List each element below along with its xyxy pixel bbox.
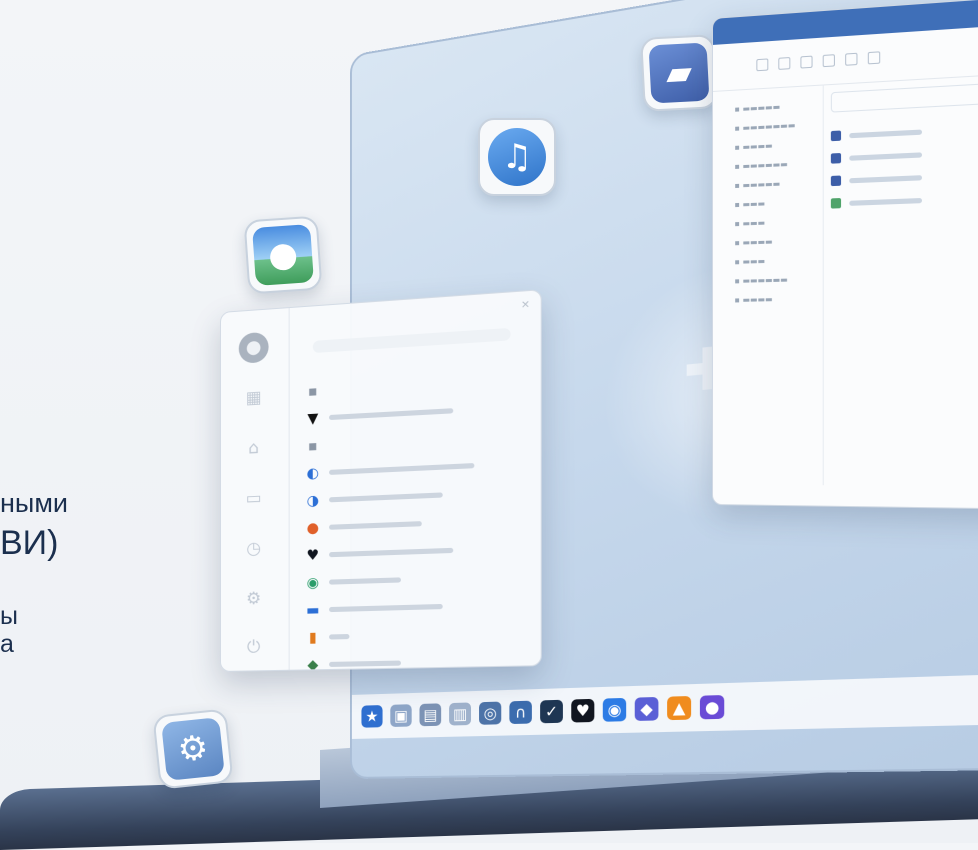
sidebar-item[interactable]: ▪ ▬▬▬▬▬▬ bbox=[713, 269, 823, 291]
app-icon: ◉ bbox=[306, 574, 320, 591]
toolbar-button[interactable] bbox=[778, 57, 791, 70]
recent-icon[interactable]: ◷ bbox=[237, 531, 271, 566]
avatar[interactable]: ● bbox=[238, 331, 269, 364]
desktop-icon[interactable]: ▭ bbox=[237, 481, 271, 517]
promo-text-line-3: ы bbox=[0, 602, 18, 630]
search-input[interactable] bbox=[312, 327, 511, 354]
folder-icon bbox=[830, 130, 842, 142]
star-icon[interactable]: ★ bbox=[361, 705, 383, 728]
browser-icon[interactable]: ◎ bbox=[479, 701, 502, 725]
app-menu-rail: ● ▦ ⌂ ▭ ◷ ⚙ ⏻ bbox=[220, 308, 290, 671]
power-icon[interactable]: ⏻ bbox=[237, 630, 271, 665]
firefox-icon: ● bbox=[306, 519, 320, 537]
vlc-icon[interactable]: ▲ bbox=[667, 695, 692, 721]
path-bar[interactable] bbox=[830, 82, 978, 113]
file-icon bbox=[830, 198, 842, 209]
app-icon: ▼ bbox=[307, 410, 319, 427]
app-list: ▪ ▼ ▪ ◐ ◑ ● ♥ ◉ ▬ ▮ ◆ bbox=[305, 364, 530, 672]
heart-icon: ♥ bbox=[306, 546, 320, 564]
file-manager-window: ▪ ▬▬▬▬▬ ▪ ▬▬▬▬▬▬▬ ▪ ▬▬▬▬ ▪ ▬▬▬▬▬▬ ▪ ▬▬▬▬… bbox=[712, 0, 978, 510]
promo-text-line-1: ными bbox=[0, 488, 68, 518]
settings-icon[interactable]: ⚙ bbox=[237, 581, 271, 616]
close-icon[interactable]: ✕ bbox=[521, 299, 530, 311]
files-icon[interactable]: ▣ bbox=[390, 704, 412, 728]
toolbar-button[interactable] bbox=[800, 55, 813, 69]
toolbar-button[interactable] bbox=[867, 51, 881, 65]
settings-tile[interactable]: ⚙ bbox=[152, 708, 234, 790]
sidebar-item[interactable]: ▪ ▬▬▬▬ bbox=[713, 288, 823, 310]
music-tile[interactable]: ♫ bbox=[478, 118, 556, 196]
browser-icon: ◐ bbox=[306, 464, 320, 482]
app-icon: ▮ bbox=[308, 629, 317, 646]
heart-icon[interactable]: ♥ bbox=[571, 698, 595, 723]
folder-icon[interactable]: ▤ bbox=[419, 703, 442, 727]
folder-tile[interactable]: ▰ bbox=[640, 34, 718, 112]
photo-tile[interactable]: ● bbox=[243, 215, 323, 295]
document-icon[interactable]: ▥ bbox=[449, 702, 472, 726]
toolbar-button[interactable] bbox=[845, 52, 858, 66]
promo-text-line-2: ВИ) bbox=[0, 524, 59, 562]
file-manager-sidebar: ▪ ▬▬▬▬▬ ▪ ▬▬▬▬▬▬▬ ▪ ▬▬▬▬ ▪ ▬▬▬▬▬▬ ▪ ▬▬▬▬… bbox=[712, 84, 824, 486]
toolbar-button[interactable] bbox=[822, 54, 835, 68]
taskbar: ★ ▣ ▤ ▥ ◎ ∩ ✓ ♥ ◉ ◆ ▲ ● bbox=[351, 669, 978, 739]
folder-icon: ▰ bbox=[648, 42, 710, 104]
bird-icon[interactable]: ✓ bbox=[540, 699, 563, 724]
section-icon: ▪ bbox=[308, 437, 318, 455]
all-apps-icon[interactable]: ▦ bbox=[237, 380, 271, 416]
photo-icon: ● bbox=[252, 224, 314, 286]
promo-text-line-4: а bbox=[0, 630, 14, 658]
mail-icon: ▬ bbox=[306, 601, 320, 619]
app-icon[interactable]: ● bbox=[699, 695, 725, 720]
gear-icon: ⚙ bbox=[161, 717, 225, 781]
music-note-icon: ♫ bbox=[488, 128, 546, 186]
chrome-icon[interactable]: ◉ bbox=[602, 697, 627, 722]
browser-icon: ◑ bbox=[306, 492, 320, 509]
folder-icon bbox=[830, 175, 842, 187]
folder-icon bbox=[830, 152, 842, 164]
headset-icon[interactable]: ∩ bbox=[509, 700, 532, 725]
app-menu-window: ✕ ● ▦ ⌂ ▭ ◷ ⚙ ⏻ ▪ ▼ ▪ ◐ ◑ ● ♥ ◉ ▬ ▮ ◆ bbox=[220, 289, 542, 672]
home-icon[interactable]: ⌂ bbox=[237, 430, 271, 466]
gamepad-icon[interactable]: ◆ bbox=[634, 696, 659, 721]
section-icon: ▪ bbox=[308, 382, 318, 400]
app-icon: ◆ bbox=[307, 656, 319, 672]
file-manager-content bbox=[830, 82, 978, 215]
toolbar-button[interactable] bbox=[756, 58, 769, 72]
